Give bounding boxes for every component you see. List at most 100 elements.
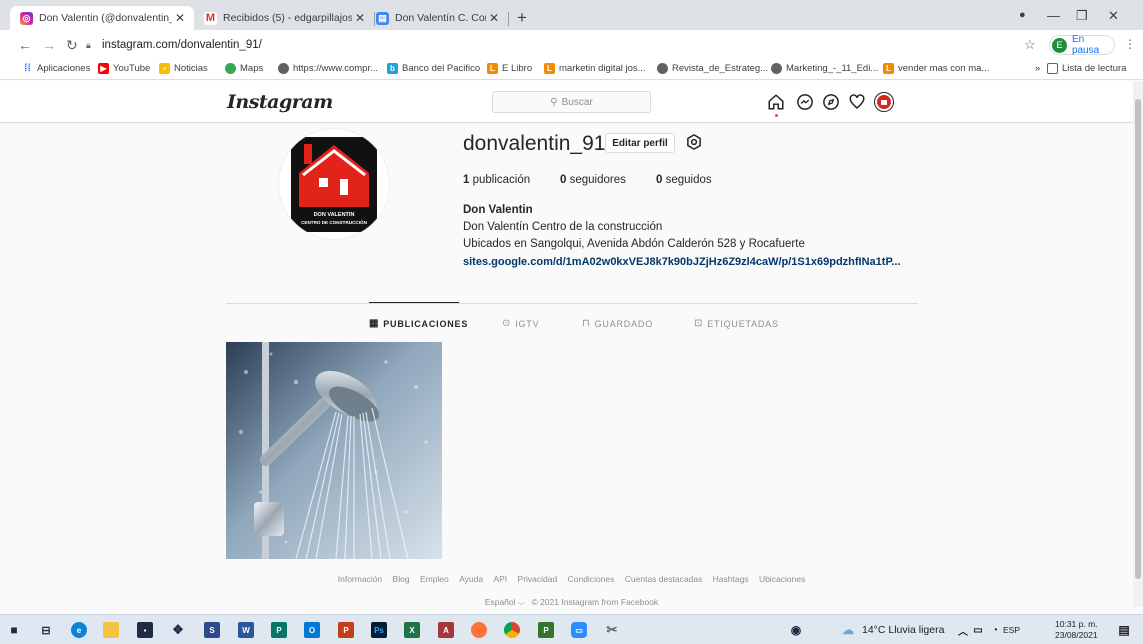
battery-icon[interactable]: ▭ bbox=[970, 622, 986, 638]
dropbox-icon[interactable]: ❖ bbox=[170, 622, 186, 638]
browser-tab-sites[interactable]: ▤ Don Valentín C. Construcción ✕ bbox=[366, 6, 508, 30]
bookmark-noticias[interactable]: ▪ Noticias bbox=[159, 63, 208, 74]
footer-link[interactable]: API bbox=[493, 574, 507, 584]
browser-tab-instagram[interactable]: ◎ Don Valentin (@donvalentin_91) ✕ bbox=[10, 6, 194, 30]
footer-link[interactable]: Blog bbox=[393, 574, 410, 584]
bookmark-marketing[interactable]: Marketing_-_11_Edi... bbox=[771, 63, 878, 74]
access-icon[interactable]: A bbox=[438, 622, 454, 638]
close-tab-icon[interactable]: ✕ bbox=[486, 11, 502, 25]
reload-icon[interactable]: ↻ bbox=[66, 37, 78, 54]
app-s-icon[interactable]: S bbox=[204, 622, 220, 638]
zoom-icon[interactable]: ▭ bbox=[571, 622, 587, 638]
reading-list-button[interactable]: Lista de lectura bbox=[1047, 63, 1126, 74]
tray-app-icon[interactable]: ◉ bbox=[788, 622, 804, 638]
word-icon[interactable]: W bbox=[238, 622, 254, 638]
profile-avatar[interactable]: DON VALENTIN CENTRO DE CONSTRUCCIÓN bbox=[278, 128, 390, 240]
edit-profile-button[interactable]: Editar perfil bbox=[605, 133, 675, 153]
instagram-favicon-icon: ◎ bbox=[20, 11, 33, 25]
tab-etiquetadas[interactable]: ⊡ ETIQUETADAS bbox=[694, 318, 779, 329]
url-text: instagram.com/donvalentin_91/ bbox=[102, 39, 262, 51]
minimize-icon[interactable]: — bbox=[1047, 8, 1060, 23]
bookmark-elibro[interactable]: LE Libro bbox=[487, 63, 532, 74]
browser-menu-icon[interactable]: ⋮ bbox=[1124, 37, 1136, 51]
page-scrollbar[interactable] bbox=[1133, 81, 1143, 607]
footer-link[interactable]: Hashtags bbox=[713, 574, 749, 584]
outlook-icon[interactable]: O bbox=[304, 622, 320, 638]
bookmark-compr[interactable]: https://www.compr... bbox=[278, 63, 378, 74]
close-window-icon[interactable]: ✕ bbox=[1108, 8, 1119, 24]
windows-start-icon[interactable]: ■ bbox=[6, 622, 22, 638]
messenger-icon[interactable] bbox=[796, 93, 814, 111]
firefox-icon[interactable] bbox=[471, 622, 487, 638]
more-bookmarks-icon[interactable]: » bbox=[1035, 63, 1040, 74]
bookmark-youtube[interactable]: ▶ YouTube bbox=[98, 63, 150, 74]
maximize-icon[interactable]: ❐ bbox=[1076, 8, 1088, 24]
close-tab-icon[interactable]: ✕ bbox=[172, 11, 188, 25]
search-placeholder: Buscar bbox=[561, 96, 593, 108]
tab-publicaciones[interactable]: ▦ PUBLICACIONES bbox=[369, 318, 468, 329]
clock-time: 10:31 p. m. bbox=[1055, 619, 1098, 629]
new-tab-icon[interactable]: + bbox=[517, 9, 527, 26]
footer-link[interactable]: Ubicaciones bbox=[759, 574, 805, 584]
chrome-icon[interactable] bbox=[504, 622, 520, 638]
weather-text[interactable]: 14°C Lluvia ligera bbox=[862, 624, 944, 636]
bookmark-maps[interactable]: Maps bbox=[225, 63, 263, 74]
tagged-user-icon: ⊡ bbox=[694, 318, 704, 329]
explore-compass-icon[interactable] bbox=[822, 93, 840, 111]
media-control-icon[interactable]: ● bbox=[1019, 9, 1026, 21]
browser-tab-bar: ◎ Don Valentin (@donvalentin_91) ✕ M Rec… bbox=[0, 0, 1143, 30]
bookmark-vender[interactable]: Lvender mas con ma... bbox=[883, 63, 989, 74]
search-input[interactable]: ⚲ Buscar bbox=[492, 91, 651, 113]
elibro-icon: L bbox=[487, 63, 498, 74]
igtv-icon: ⊙ bbox=[502, 318, 512, 329]
elibro-icon: L bbox=[544, 63, 555, 74]
tab-guardado[interactable]: ⊓ GUARDADO bbox=[582, 318, 653, 329]
weather-cloud-icon: ☁ bbox=[842, 623, 854, 637]
stat-followers[interactable]: 0 seguidores bbox=[560, 174, 626, 186]
edge-icon[interactable]: e bbox=[71, 622, 87, 638]
footer-link[interactable]: Cuentas destacadas bbox=[625, 574, 703, 584]
footer-link[interactable]: Empleo bbox=[420, 574, 449, 584]
profile-pause-button[interactable]: E En pausa bbox=[1049, 34, 1115, 56]
bookmark-star-icon[interactable]: ☆ bbox=[1024, 37, 1036, 53]
project-icon[interactable]: P bbox=[538, 622, 554, 638]
browser-tab-gmail[interactable]: M Recibidos (5) - edgarpillajosanch ✕ bbox=[194, 6, 374, 30]
tab-title: Recibidos (5) - edgarpillajosanch bbox=[223, 12, 352, 24]
publisher-icon[interactable]: P bbox=[271, 622, 287, 638]
footer-link[interactable]: Condiciones bbox=[568, 574, 615, 584]
profile-website-link[interactable]: sites.google.com/d/1mA02w0kxVEJ8k7k90bJZ… bbox=[463, 256, 901, 268]
notifications-icon[interactable]: ▤ bbox=[1116, 622, 1132, 638]
system-clock[interactable]: 10:31 p. m. 23/08/2021 bbox=[1055, 619, 1098, 641]
powerpoint-icon[interactable]: P bbox=[338, 622, 354, 638]
excel-icon[interactable]: X bbox=[404, 622, 420, 638]
tab-igtv[interactable]: ⊙ IGTV bbox=[502, 318, 539, 329]
stat-following[interactable]: 0 seguidos bbox=[656, 174, 712, 186]
settings-gear-icon[interactable] bbox=[685, 133, 703, 151]
back-icon[interactable]: ← bbox=[18, 37, 32, 53]
activity-heart-icon[interactable] bbox=[848, 93, 866, 111]
input-language[interactable]: ESP bbox=[1003, 625, 1020, 635]
wifi-icon[interactable]: ◔ bbox=[987, 622, 1003, 638]
url-bar[interactable]: 🔒︎ instagram.com/donvalentin_91/ bbox=[86, 34, 1021, 56]
bookmark-apps[interactable]: ⁞⁞ Aplicaciones bbox=[22, 63, 90, 74]
file-explorer-icon[interactable] bbox=[103, 622, 119, 638]
footer-link[interactable]: Información bbox=[338, 574, 382, 584]
footer-link[interactable]: Ayuda bbox=[459, 574, 483, 584]
instagram-logo[interactable]: Instagram bbox=[227, 91, 333, 113]
store-icon[interactable]: ▪ bbox=[137, 622, 153, 638]
address-toolbar: ← → ↻ 🔒︎ instagram.com/donvalentin_91/ ☆… bbox=[0, 30, 1143, 60]
forward-icon[interactable]: → bbox=[42, 37, 56, 53]
photoshop-icon[interactable]: Ps bbox=[371, 622, 387, 638]
bookmark-banco[interactable]: b Banco del Pacifico bbox=[387, 63, 480, 74]
snip-icon[interactable]: ✂ bbox=[604, 622, 620, 638]
task-view-icon[interactable]: ⊟ bbox=[38, 622, 54, 638]
scrollbar-thumb[interactable] bbox=[1135, 99, 1141, 579]
chevron-up-icon[interactable]: ︿ bbox=[955, 622, 971, 638]
footer-link[interactable]: Privacidad bbox=[518, 574, 558, 584]
bookmark-revista[interactable]: Revista_de_Estrateg... bbox=[657, 63, 768, 74]
bookmark-marketin[interactable]: Lmarketin digital jos... bbox=[544, 63, 646, 74]
profile-avatar-nav[interactable] bbox=[874, 92, 894, 112]
home-icon[interactable] bbox=[767, 93, 785, 111]
post-thumbnail[interactable] bbox=[226, 342, 442, 559]
language-selector[interactable]: Español ⌵ bbox=[485, 597, 525, 607]
